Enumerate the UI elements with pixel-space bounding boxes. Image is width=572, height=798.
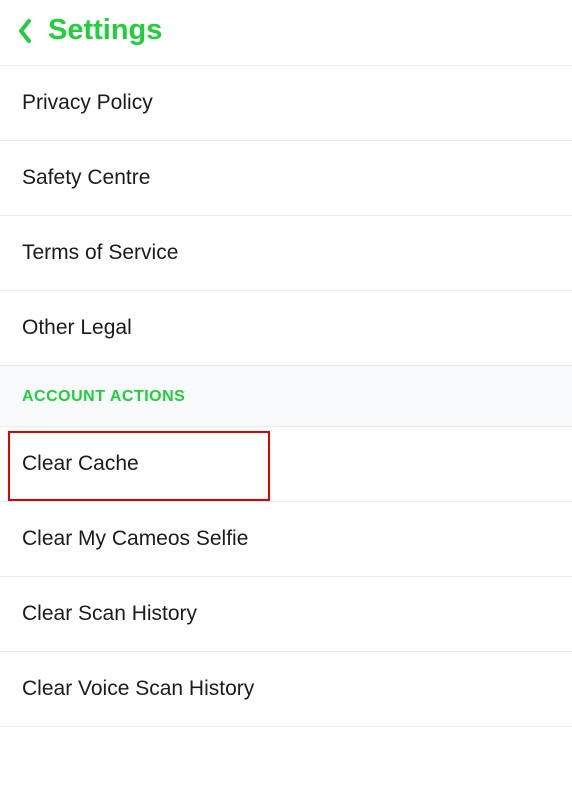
action-item-clear-voice-scan-history[interactable]: Clear Voice Scan History [0,652,572,727]
action-item-label: Clear My Cameos Selfie [22,527,248,550]
action-item-label: Clear Voice Scan History [22,677,254,700]
action-item-label: Clear Scan History [22,602,197,625]
action-item-clear-cache[interactable]: Clear Cache [0,427,572,502]
nav-item-terms-of-service[interactable]: Terms of Service [0,216,572,291]
nav-item-label: Privacy Policy [22,91,153,114]
page-title: Settings [48,14,162,47]
action-item-label: Clear Cache [22,452,139,475]
nav-item-label: Other Legal [22,316,132,339]
nav-item-label: Safety Centre [22,166,150,189]
nav-item-other-legal[interactable]: Other Legal [0,291,572,366]
nav-item-privacy-policy[interactable]: Privacy Policy [0,65,572,141]
nav-item-label: Terms of Service [22,241,178,264]
action-item-clear-scan-history[interactable]: Clear Scan History [0,577,572,652]
action-item-clear-cameos-selfie[interactable]: Clear My Cameos Selfie [0,502,572,577]
section-header-account-actions: ACCOUNT ACTIONS [0,366,572,427]
settings-header: Settings [0,0,572,65]
back-icon[interactable] [14,17,36,45]
nav-item-safety-centre[interactable]: Safety Centre [0,141,572,216]
